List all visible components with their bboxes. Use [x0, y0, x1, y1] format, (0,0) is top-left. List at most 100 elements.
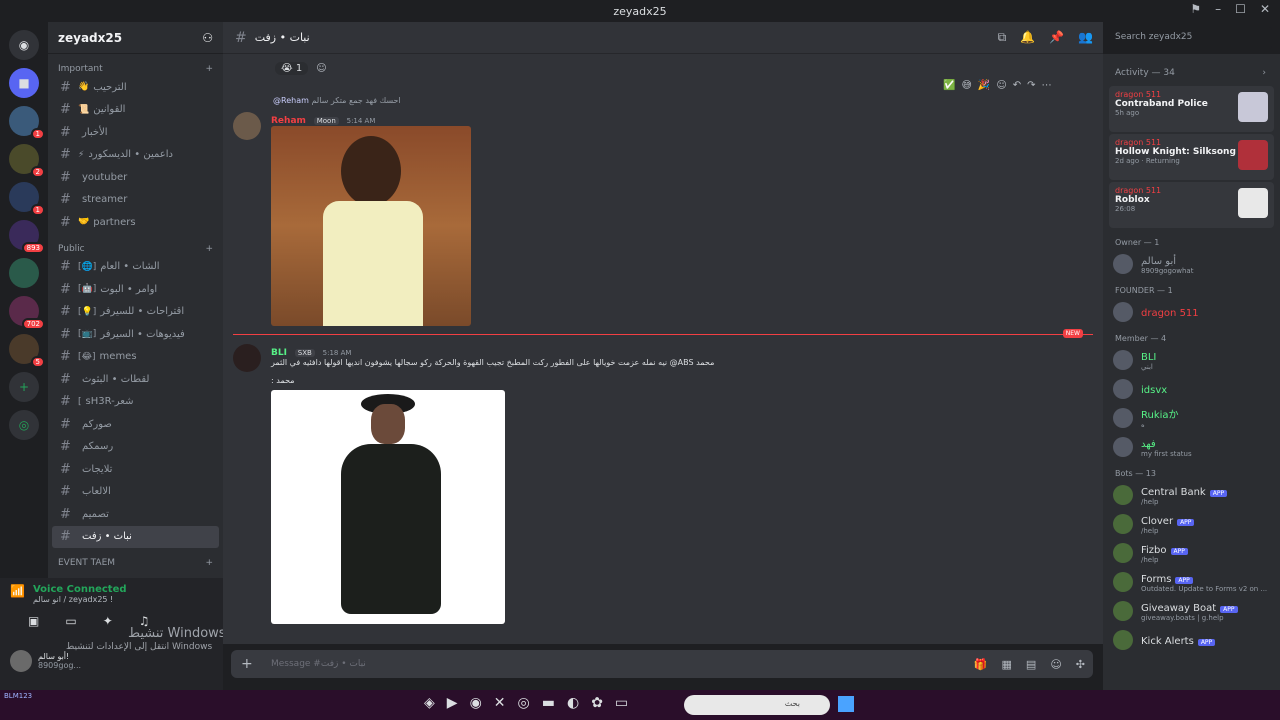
- check-emoji-icon[interactable]: ✅: [943, 80, 955, 91]
- server-icon[interactable]: 1: [9, 182, 45, 216]
- screen-share-icon[interactable]: ▭: [65, 614, 76, 628]
- channel-item[interactable]: # [🤖] اوامر • البوت: [52, 278, 219, 301]
- discord-home-icon[interactable]: ◉: [9, 30, 39, 60]
- category-event[interactable]: EVENT TAEM +: [48, 548, 223, 570]
- voice-status[interactable]: Voice Connected: [33, 584, 127, 595]
- threads-icon[interactable]: ⧉: [998, 30, 1007, 45]
- account-panel[interactable]: أبو سالم! 8909gog...: [10, 650, 81, 672]
- sticker-icon[interactable]: ▤: [1026, 658, 1036, 671]
- game-icon[interactable]: ▶: [447, 695, 458, 711]
- channel-item[interactable]: # تلايجات: [52, 458, 219, 481]
- message-image[interactable]: [271, 390, 505, 624]
- category-public[interactable]: Public +: [48, 234, 223, 256]
- server-icon[interactable]: [9, 258, 39, 288]
- member-item[interactable]: أبو سالم 8909gogowhat: [1103, 249, 1280, 278]
- channel-item[interactable]: # تصميم: [52, 503, 219, 526]
- add-server-icon[interactable]: +: [9, 372, 39, 402]
- close-icon[interactable]: ✕: [1260, 2, 1270, 16]
- channel-item[interactable]: # رسمكم: [52, 436, 219, 459]
- reply-mention[interactable]: @Reham: [273, 96, 309, 105]
- channel-item[interactable]: # الالعاب: [52, 481, 219, 504]
- member-item[interactable]: dragon 511: [1103, 297, 1280, 326]
- server-icon[interactable]: ■: [9, 68, 39, 98]
- discover-icon[interactable]: ◎: [9, 410, 39, 440]
- bot-member[interactable]: Giveaway Boat APP giveaway.boats | g.help: [1103, 596, 1280, 625]
- window-icon[interactable]: ▭: [615, 695, 628, 711]
- taskbar-search[interactable]: بحث: [684, 695, 830, 715]
- channel-item[interactable]: # ⚡ داعمين • الديسكورد: [52, 144, 219, 167]
- member-item[interactable]: idsvx: [1103, 374, 1280, 403]
- reaction[interactable]: 😭 1: [275, 62, 309, 75]
- more-icon[interactable]: ⋯: [1042, 80, 1052, 91]
- channel-item[interactable]: # [sH3R-شعر: [52, 391, 219, 414]
- folder-icon[interactable]: ▬: [542, 695, 555, 711]
- activity-card[interactable]: dragon 511 Contraband Police 5h ago: [1109, 86, 1274, 132]
- composer-input[interactable]: Message #نبات • زفت: [271, 659, 366, 669]
- emoji-icon[interactable]: ☺: [1050, 658, 1061, 671]
- gif-icon[interactable]: ▦: [1002, 658, 1012, 671]
- message-author[interactable]: BLI: [271, 348, 287, 358]
- bot-member[interactable]: Central Bank APP/help: [1103, 480, 1280, 509]
- channel-item[interactable]: # youtuber: [52, 166, 219, 189]
- party-emoji-icon[interactable]: 🎉: [978, 80, 990, 91]
- minimize-icon[interactable]: –: [1215, 2, 1221, 16]
- server-icon[interactable]: 1: [9, 106, 45, 140]
- camera-icon[interactable]: ▣: [28, 614, 39, 628]
- discord-icon[interactable]: ◉: [470, 695, 482, 711]
- bot-member[interactable]: Fizbo APP/help: [1103, 538, 1280, 567]
- avatar[interactable]: [10, 650, 32, 672]
- pin-icon[interactable]: 📌: [1049, 30, 1064, 45]
- app-icon[interactable]: ✕: [494, 695, 506, 711]
- server-icon[interactable]: 702: [9, 296, 45, 330]
- activity-card[interactable]: dragon 511 Roblox 26:08: [1109, 182, 1274, 228]
- channel-item[interactable]: # صوركم: [52, 413, 219, 436]
- forward-icon[interactable]: ↷: [1027, 80, 1035, 91]
- channel-item[interactable]: # [📺] فيديوهات • السيرفر: [52, 323, 219, 346]
- member-item[interactable]: Rukiaか ه: [1103, 403, 1280, 432]
- avatar[interactable]: [233, 344, 261, 372]
- member-item[interactable]: BLI ابني: [1103, 345, 1280, 374]
- gif-image[interactable]: [271, 126, 471, 326]
- invite-icon[interactable]: ⚇: [202, 31, 213, 45]
- message-author[interactable]: Reham: [271, 116, 306, 126]
- add-channel-icon[interactable]: +: [205, 64, 213, 74]
- add-reaction-icon[interactable]: ☺: [316, 63, 326, 74]
- gift-icon[interactable]: 🎁: [974, 658, 988, 671]
- server-icon[interactable]: 5: [9, 334, 45, 368]
- activity-icon[interactable]: ✦: [103, 614, 113, 628]
- channel-item[interactable]: # [😂] memes: [52, 346, 219, 369]
- chevron-right-icon[interactable]: ›: [1262, 68, 1266, 78]
- start-icon[interactable]: [838, 696, 854, 712]
- channel-item[interactable]: # نبات • زفت: [52, 525, 219, 548]
- add-reaction-icon[interactable]: ☺: [996, 80, 1006, 91]
- activity-header[interactable]: Activity — 34 ›: [1103, 54, 1280, 84]
- member-item[interactable]: فهد my first status: [1103, 432, 1280, 461]
- channel-item[interactable]: # [🌐] الشات • العام: [52, 256, 219, 279]
- search-input[interactable]: Search zeyadx25: [1107, 27, 1272, 49]
- channel-item[interactable]: # streamer: [52, 189, 219, 212]
- server-icon[interactable]: 2: [9, 144, 45, 178]
- channel-item[interactable]: # 🤝 partners: [52, 211, 219, 234]
- sweat-emoji-icon[interactable]: 😅: [961, 80, 971, 91]
- apps-icon[interactable]: ✣: [1076, 658, 1085, 671]
- bot-member[interactable]: Forms APP Outdated. Update to Forms v2 on …: [1103, 567, 1280, 596]
- category-important[interactable]: Important +: [48, 54, 223, 76]
- channel-item[interactable]: # 👋 الترحيب: [52, 76, 219, 99]
- server-icon[interactable]: 893: [9, 220, 45, 254]
- members-icon[interactable]: 👥: [1078, 30, 1093, 45]
- activity-card[interactable]: dragon 511 Hollow Knight: Silksong 2d ago …: [1109, 134, 1274, 180]
- maximize-icon[interactable]: ☐: [1235, 2, 1246, 16]
- attach-icon[interactable]: +: [241, 656, 257, 672]
- add-channel-icon[interactable]: +: [205, 558, 213, 568]
- add-channel-icon[interactable]: +: [205, 244, 213, 254]
- bot-member[interactable]: Clover APP/help: [1103, 509, 1280, 538]
- xbox-icon[interactable]: ◎: [518, 695, 530, 711]
- channel-item[interactable]: # [💡] اقتراحات • للسيرفر: [52, 301, 219, 324]
- copilot-icon[interactable]: ✿: [591, 695, 603, 711]
- steam-icon[interactable]: ◈: [424, 695, 435, 711]
- channel-item[interactable]: # 📜 القوانين: [52, 99, 219, 122]
- message-composer[interactable]: + Message #نبات • زفت 🎁 ▦ ▤ ☺ ✣: [231, 650, 1093, 678]
- server-header[interactable]: zeyadx25 ⚇: [48, 22, 223, 54]
- avatar[interactable]: [233, 112, 261, 140]
- bell-icon[interactable]: 🔔: [1020, 30, 1035, 45]
